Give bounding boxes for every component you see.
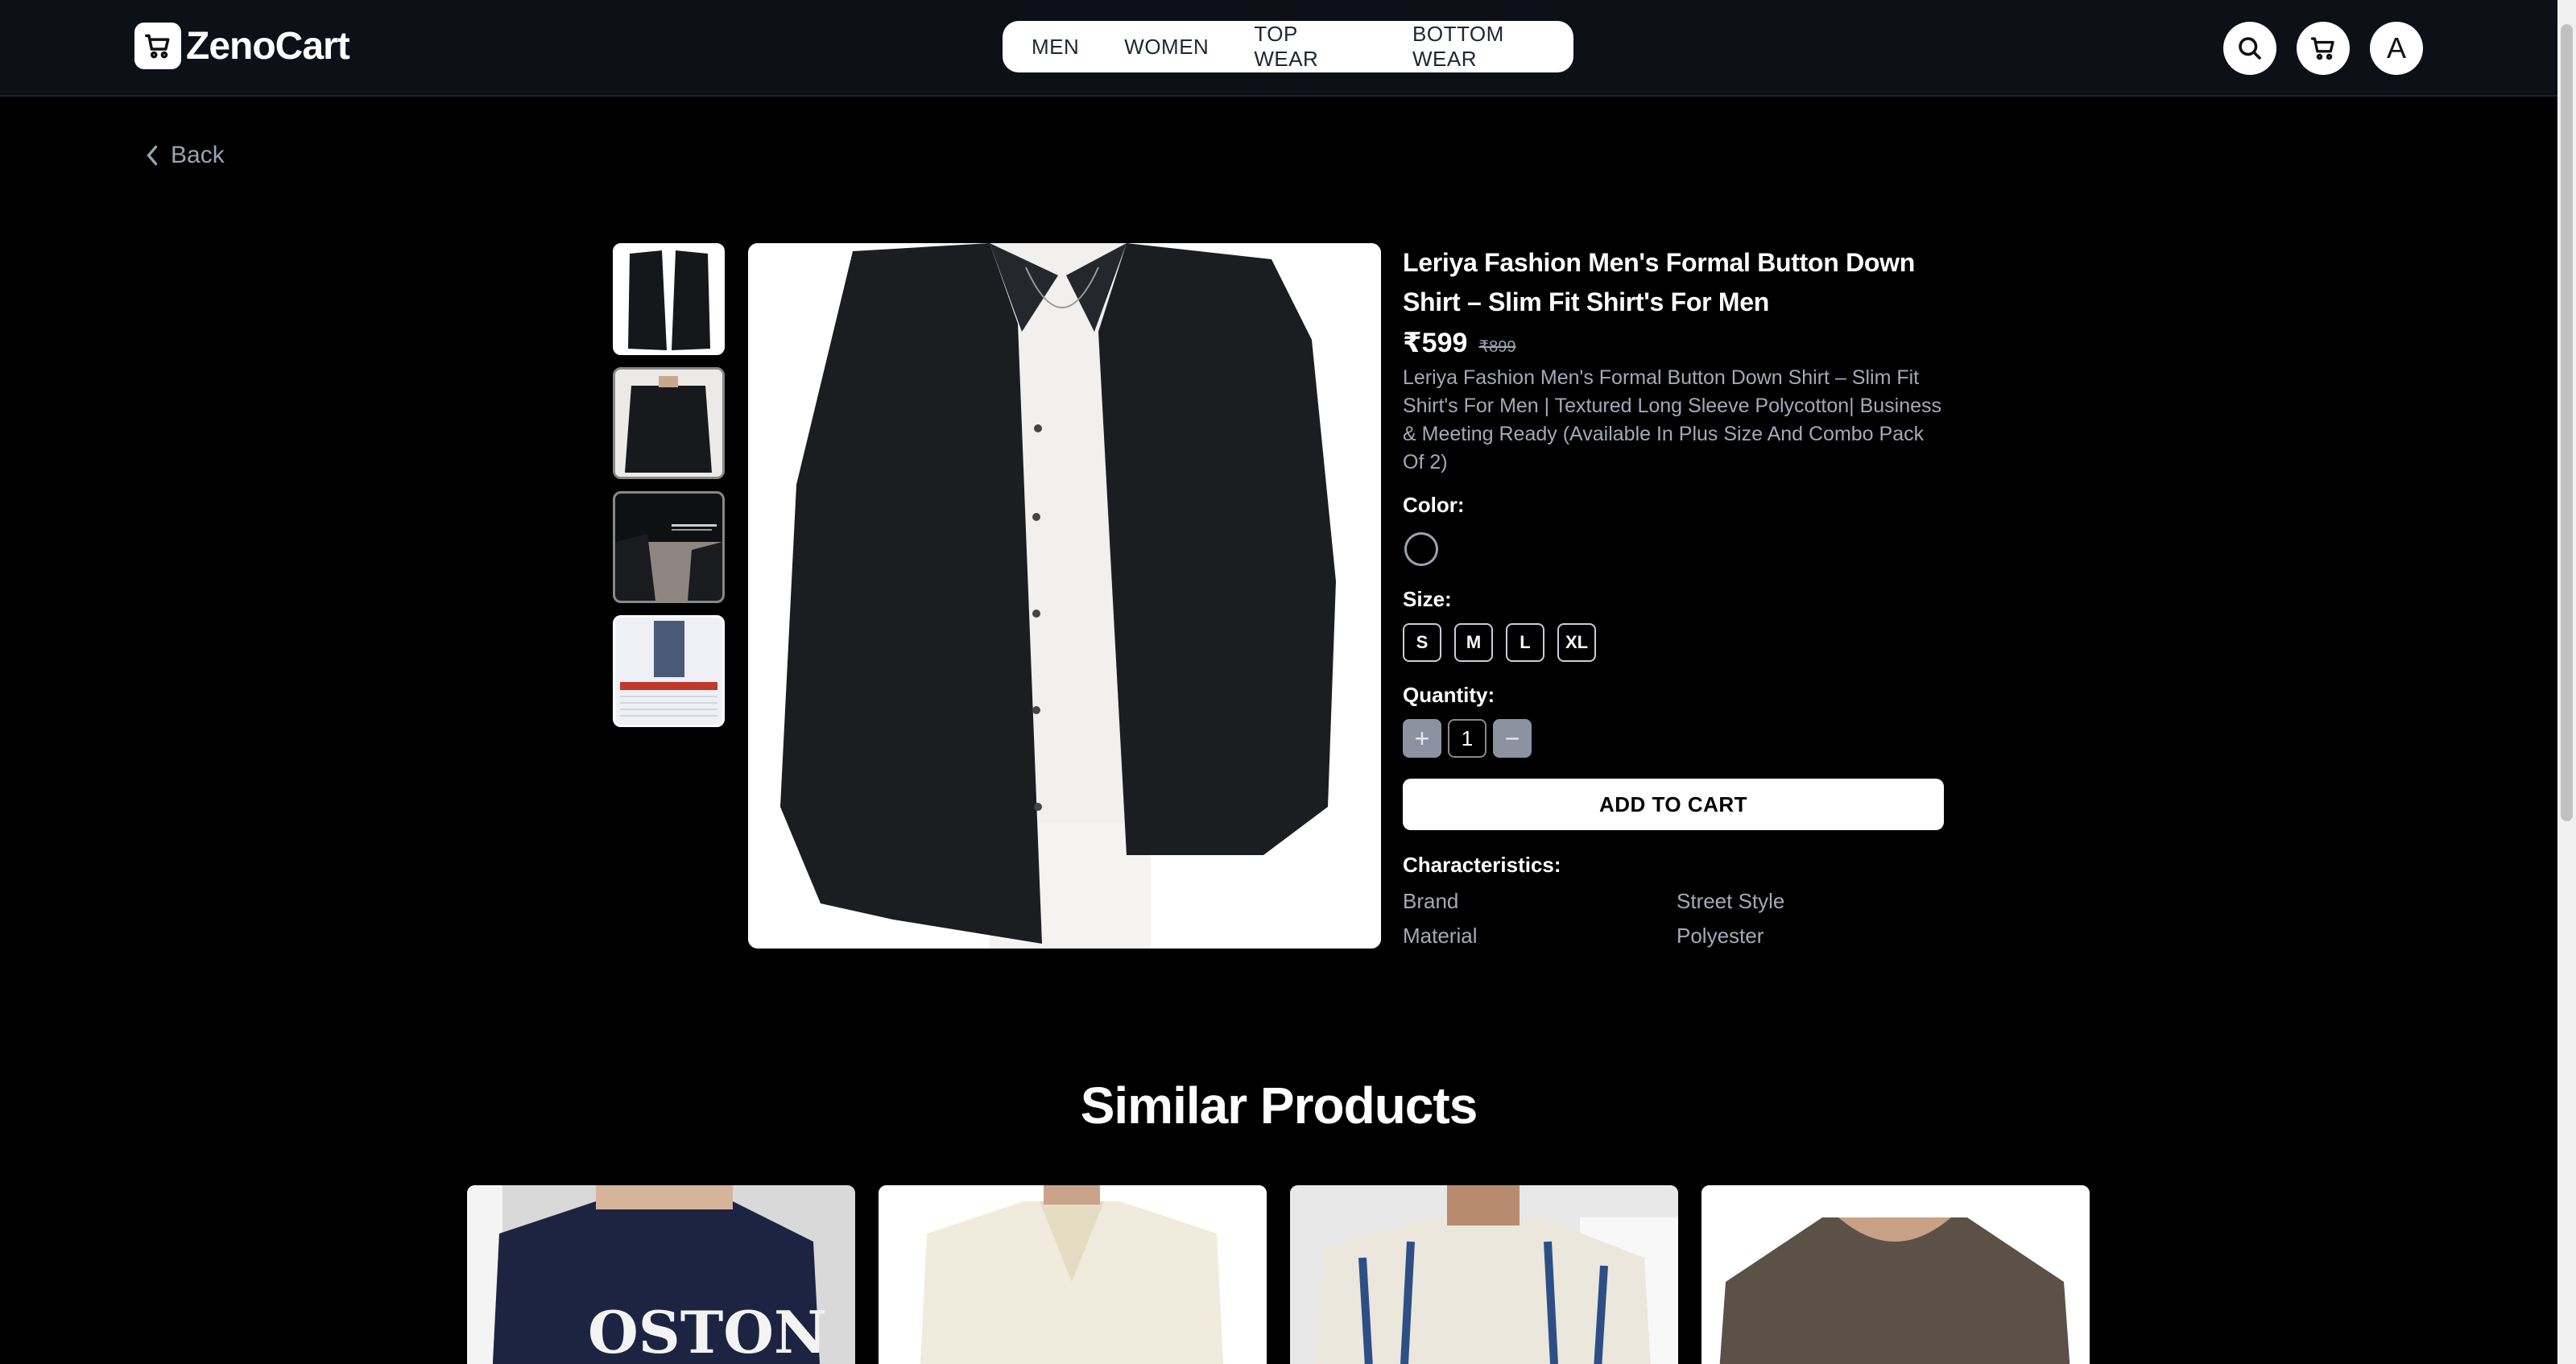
cart-icon: [2310, 37, 2334, 60]
quantity-decrease-button[interactable]: −: [1493, 719, 1532, 758]
search-button[interactable]: [2223, 22, 2276, 75]
thumbnail-2[interactable]: [613, 367, 725, 479]
size-m[interactable]: M: [1454, 623, 1493, 662]
size-l[interactable]: L: [1506, 623, 1544, 662]
thumbnail-list: [613, 243, 725, 739]
color-label: Color:: [1403, 493, 1465, 517]
scrollbar-thumb[interactable]: [2561, 24, 2573, 821]
nav-top-wear[interactable]: TOP WEAR: [1254, 22, 1367, 72]
size-label: Size:: [1403, 587, 1452, 611]
char-key-material: Material: [1403, 924, 1478, 948]
chevron-left-icon: [147, 145, 158, 166]
product-main-image: [748, 243, 1381, 949]
nav-bottom-wear[interactable]: BOTTOM WEAR: [1412, 22, 1573, 72]
quantity-label: Quantity:: [1403, 683, 1495, 707]
char-value-brand: Street Style: [1677, 889, 1785, 913]
card-print-text: OSTON: [588, 1298, 827, 1364]
current-price: ₹599: [1403, 328, 1468, 358]
cart-button[interactable]: [2297, 22, 2350, 75]
similar-product-card-1[interactable]: OSTON: [467, 1185, 855, 1364]
char-key-brand: Brand: [1403, 889, 1459, 913]
similar-products-heading: Similar Products: [1080, 1077, 1478, 1135]
size-options: S M L XL: [1403, 623, 1944, 662]
original-price: ₹899: [1478, 338, 1516, 356]
size-s[interactable]: S: [1403, 623, 1441, 662]
page-scrollbar[interactable]: [2557, 0, 2576, 1364]
characteristics-label: Characteristics:: [1403, 853, 1561, 877]
similar-product-card-4[interactable]: [1701, 1185, 2090, 1364]
similar-product-card-2[interactable]: [879, 1185, 1267, 1364]
quantity-value: 1: [1448, 719, 1486, 758]
product-info: Leriya Fashion Men's Formal Button Down …: [1403, 243, 1944, 949]
back-link[interactable]: Back: [143, 142, 225, 169]
char-value-material: Polyester: [1677, 924, 1764, 948]
thumbnail-4[interactable]: [613, 615, 725, 727]
similar-products-list: OSTON: [467, 1185, 2090, 1364]
color-swatch-black[interactable]: [1404, 532, 1438, 566]
similar-product-card-3[interactable]: [1290, 1185, 1678, 1364]
top-navbar: ZenoCart MEN WOMEN TOP WEAR BOTTOM WEAR …: [0, 0, 2557, 97]
price-row: ₹599 ₹899: [1403, 327, 1944, 359]
thumbnail-3[interactable]: [613, 491, 725, 603]
quantity-stepper: + 1 −: [1403, 719, 1944, 758]
product-title: Leriya Fashion Men's Formal Button Down …: [1403, 248, 1915, 316]
nav-men[interactable]: MEN: [1032, 35, 1079, 60]
nav-women[interactable]: WOMEN: [1124, 35, 1209, 60]
brand-name: ZenoCart: [186, 24, 350, 68]
back-label: Back: [171, 142, 225, 168]
product-description: Leriya Fashion Men's Formal Button Down …: [1403, 366, 1942, 473]
avatar-letter: A: [2386, 31, 2406, 64]
cart-logo-icon: [134, 23, 181, 69]
characteristics-table: Brand Street Style Material Polyester: [1403, 889, 1944, 949]
user-avatar-button[interactable]: A: [2370, 22, 2423, 75]
quantity-increase-button[interactable]: +: [1403, 719, 1441, 758]
add-to-cart-button[interactable]: ADD TO CART: [1403, 779, 1944, 830]
search-icon: [2239, 37, 2261, 60]
size-xl[interactable]: XL: [1557, 623, 1596, 662]
thumbnail-1[interactable]: [613, 243, 725, 355]
category-nav: MEN WOMEN TOP WEAR BOTTOM WEAR: [1003, 21, 1573, 72]
brand-logo[interactable]: ZenoCart: [134, 23, 350, 69]
